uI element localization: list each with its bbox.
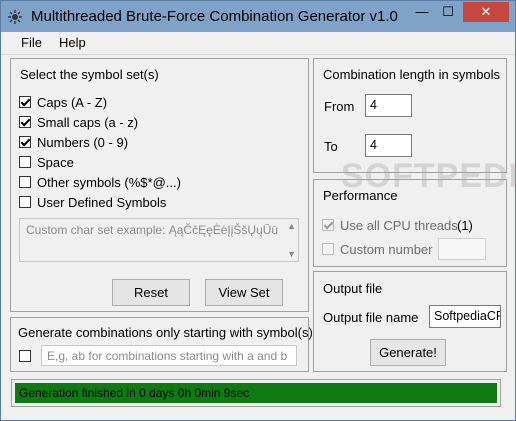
starting-symbols-group: Generate combinations only starting with… xyxy=(10,317,313,372)
output-file-name-label: Output file name xyxy=(323,310,419,325)
option-space-label: Space xyxy=(37,155,74,170)
scroll-down-icon[interactable]: ▼ xyxy=(287,249,296,259)
starting-symbols-title: Generate combinations only starting with… xyxy=(18,325,313,340)
custom-charset-textarea[interactable]: Custom char set example: ĄąČčĘęĖėĮįŠšŲųŪ… xyxy=(19,218,299,262)
checkbox-all-cpu[interactable] xyxy=(322,219,334,231)
menu-file[interactable]: File xyxy=(21,35,42,50)
from-input[interactable]: 4 xyxy=(365,94,412,117)
option-user-defined-label: User Defined Symbols xyxy=(37,195,167,210)
starting-symbols-placeholder: E,g, ab for combinations starting with a… xyxy=(47,349,288,363)
checkbox-other-symbols[interactable] xyxy=(19,176,31,188)
generate-button[interactable]: Generate! xyxy=(370,339,446,366)
custom-number-label: Custom number xyxy=(340,242,433,257)
option-other-symbols-label: Other symbols (%$*@...) xyxy=(37,175,181,190)
cpu-count: (1) xyxy=(457,218,473,233)
checkbox-numbers[interactable] xyxy=(19,136,31,148)
symbol-set-group: Select the symbol set(s) Caps (A - Z) Sm… xyxy=(10,58,309,312)
status-bar: Generation finished in 0 days 0h 0min 9s… xyxy=(11,379,501,407)
minimize-button[interactable]: — xyxy=(409,2,435,22)
output-file-name-input[interactable]: SoftpediaCF xyxy=(429,305,501,328)
checkbox-starting-symbols[interactable] xyxy=(19,350,31,362)
reset-button[interactable]: Reset xyxy=(112,279,190,306)
view-set-button[interactable]: View Set xyxy=(205,279,283,306)
combination-length-title: Combination length in symbols xyxy=(323,67,501,82)
window-title: Multithreaded Brute-Force Combination Ge… xyxy=(31,8,398,25)
checkbox-custom-number[interactable] xyxy=(322,243,334,255)
combination-length-group: Combination length in symbols From 4 To … xyxy=(313,58,507,173)
checkbox-user-defined[interactable] xyxy=(19,196,31,208)
menu-bar: File Help xyxy=(1,32,515,55)
to-input[interactable]: 4 xyxy=(365,134,412,157)
option-caps-label: Caps (A - Z) xyxy=(37,95,108,110)
scroll-up-icon[interactable]: ▲ xyxy=(287,221,296,231)
close-button[interactable]: ✕ xyxy=(463,2,509,22)
app-icon xyxy=(8,10,22,24)
output-file-title: Output file xyxy=(323,281,383,296)
checkbox-caps[interactable] xyxy=(19,96,31,108)
to-label: To xyxy=(324,139,338,154)
app-window: Multithreaded Brute-Force Combination Ge… xyxy=(0,0,516,421)
output-file-group: Output file Output file name SoftpediaCF… xyxy=(313,271,507,372)
menu-help[interactable]: Help xyxy=(59,35,86,50)
custom-number-input[interactable] xyxy=(438,238,486,260)
symbol-set-title: Select the symbol set(s) xyxy=(20,67,159,82)
from-label: From xyxy=(324,99,355,114)
starting-symbols-input[interactable]: E,g, ab for combinations starting with a… xyxy=(41,345,297,366)
checkbox-space[interactable] xyxy=(19,156,31,168)
status-text: Generation finished in 0 days 0h 0min 9s… xyxy=(19,386,250,400)
all-cpu-label: Use all CPU threads xyxy=(340,218,458,233)
custom-charset-placeholder: Custom char set example: ĄąČčĘęĖėĮįŠšŲųŪ… xyxy=(26,223,279,237)
softpedia-watermark: SOFTPEDIA® xyxy=(341,157,516,195)
option-small-caps-label: Small caps (a - z) xyxy=(37,115,139,130)
title-bar[interactable]: Multithreaded Brute-Force Combination Ge… xyxy=(1,1,515,32)
checkbox-small-caps[interactable] xyxy=(19,116,31,128)
option-numbers-label: Numbers (0 - 9) xyxy=(37,135,129,150)
maximize-button[interactable]: ☐ xyxy=(435,2,461,22)
